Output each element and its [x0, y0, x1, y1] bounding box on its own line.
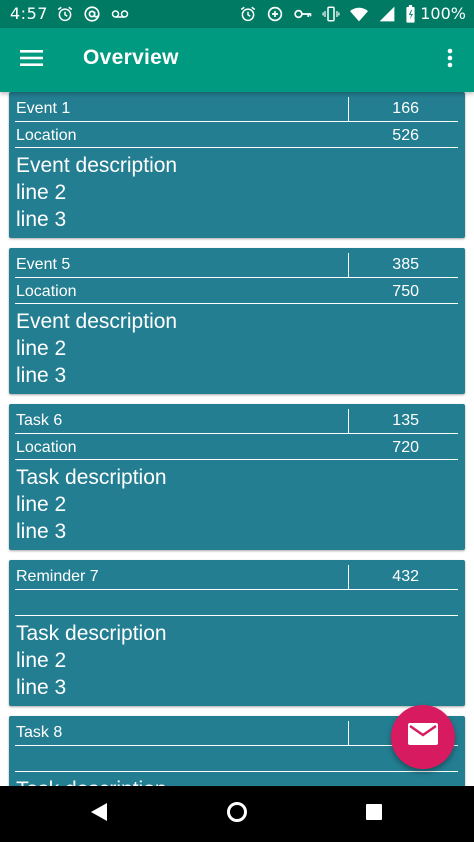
item-description: Event description line 2 line 3 [16, 308, 177, 389]
item-description: Task description line 2 line 3 [16, 620, 167, 701]
vibrate-icon [322, 5, 340, 23]
item-title: Event 1 [16, 100, 71, 117]
column-divider [348, 565, 349, 589]
overview-list[interactable]: Event 1 166 Location 526 Event descripti… [0, 92, 474, 786]
item-title: Task 8 [16, 724, 63, 741]
column-divider [348, 409, 349, 433]
row-divider [15, 615, 458, 616]
item-value-1: 166 [392, 100, 419, 117]
row-divider [15, 433, 458, 434]
item-location: Location [16, 283, 77, 300]
description-line-3: line 3 [16, 676, 67, 699]
back-button[interactable] [85, 800, 113, 828]
signal-icon [378, 5, 396, 23]
description-line-1: Event description [16, 310, 178, 333]
list-item[interactable]: Task 6 135 Location 720 Task description… [9, 404, 465, 550]
description-line-3: line 3 [16, 364, 67, 387]
status-right-icons [239, 4, 416, 24]
vpn-key-icon [293, 5, 313, 23]
compose-email-fab[interactable] [391, 705, 455, 769]
row-divider [15, 771, 458, 772]
item-location: Location [16, 439, 77, 456]
item-description: Task description [16, 776, 167, 786]
description-line-2: line 2 [16, 337, 67, 360]
item-value-2: 526 [392, 127, 419, 144]
home-icon [226, 801, 248, 827]
item-value-2: 720 [392, 439, 419, 456]
recents-icon [365, 803, 383, 825]
column-divider [348, 253, 349, 277]
row-divider [15, 147, 458, 148]
description-line-3: line 3 [16, 520, 67, 543]
recents-button[interactable] [360, 800, 388, 828]
list-item[interactable]: Event 1 166 Location 526 Event descripti… [9, 92, 465, 238]
list-item[interactable]: Reminder 7 432 Task description line 2 l… [9, 560, 465, 706]
item-description: Task description line 2 line 3 [16, 464, 167, 545]
overflow-menu-button[interactable] [438, 44, 462, 76]
item-value-1: 385 [392, 256, 419, 273]
row-divider [15, 303, 458, 304]
status-time: 4:57 [10, 4, 48, 23]
more-vert-icon [447, 48, 453, 72]
row-divider [15, 277, 458, 278]
battery-percent: 100% [420, 4, 466, 23]
description-line-1: Task description [16, 776, 167, 786]
item-description: Event description line 2 line 3 [16, 152, 177, 233]
description-line-3: line 3 [16, 208, 67, 231]
voicemail-icon [110, 5, 130, 23]
description-line-2: line 2 [16, 181, 67, 204]
battery-icon [405, 5, 416, 23]
home-button[interactable] [223, 800, 251, 828]
description-line-2: line 2 [16, 649, 67, 672]
item-title: Task 6 [16, 412, 63, 429]
row-divider [15, 589, 458, 590]
email-icon [408, 723, 438, 751]
description-line-1: Task description [16, 466, 167, 489]
item-value-1: 135 [392, 412, 419, 429]
screen: 4:57 100% Overview Event 1 166 Location … [0, 0, 474, 842]
item-location: Location [16, 127, 77, 144]
alarm-icon [239, 5, 257, 23]
column-divider [348, 721, 349, 745]
menu-button[interactable] [16, 44, 48, 76]
alarm-icon [56, 5, 74, 23]
at-sign-icon [83, 5, 101, 23]
back-icon [90, 802, 108, 826]
navigation-bar [0, 786, 474, 842]
item-value-1: 432 [392, 568, 419, 585]
item-value-2: 750 [392, 283, 419, 300]
description-line-1: Task description [16, 622, 167, 645]
column-divider [348, 97, 349, 121]
wifi-icon [349, 5, 369, 23]
hamburger-menu-icon [20, 49, 44, 71]
page-title: Overview [83, 46, 179, 69]
description-line-2: line 2 [16, 493, 67, 516]
status-left-icons [56, 4, 130, 24]
list-item[interactable]: Event 5 385 Location 750 Event descripti… [9, 248, 465, 394]
data-saver-icon [266, 5, 284, 23]
app-bar: Overview [0, 28, 474, 92]
item-title: Reminder 7 [16, 568, 99, 585]
description-line-1: Event description [16, 154, 178, 177]
status-bar: 4:57 100% [0, 0, 474, 28]
row-divider [15, 459, 458, 460]
row-divider [15, 121, 458, 122]
item-title: Event 5 [16, 256, 71, 273]
